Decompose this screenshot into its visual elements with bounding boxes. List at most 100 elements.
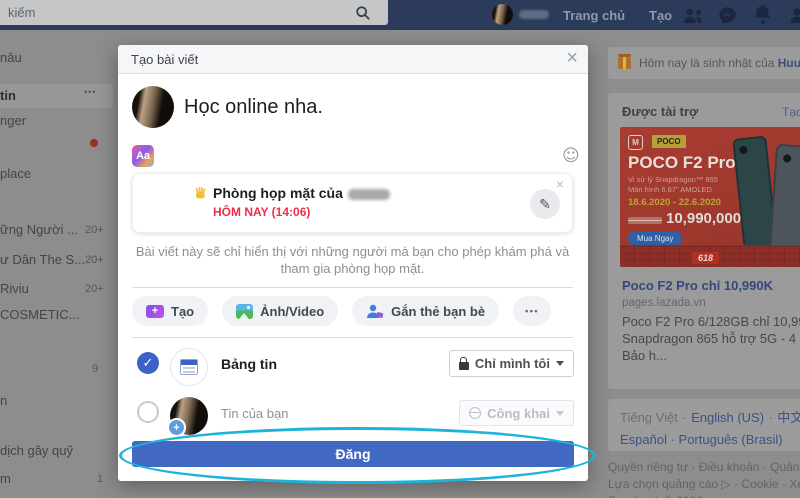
footer-line-3: Facebook © 2020 bbox=[608, 494, 703, 498]
language-links[interactable]: Español · Português (Brasil) bbox=[620, 432, 783, 447]
avatar[interactable] bbox=[492, 4, 513, 25]
sponsored-header: Được tài trợ bbox=[622, 104, 699, 119]
messenger-icon[interactable] bbox=[718, 6, 737, 25]
event-title-text: Phòng họp mặt của bbox=[213, 185, 343, 201]
globe-icon bbox=[469, 407, 482, 419]
event-avatar bbox=[142, 182, 182, 222]
sidebar-item[interactable]: m bbox=[0, 471, 11, 486]
sidebar-item-group[interactable]: Riviu bbox=[0, 281, 29, 296]
sidebar-item-group[interactable]: ững Người ... bbox=[0, 222, 78, 237]
privacy-label: Công khai bbox=[487, 405, 550, 421]
ad-domain[interactable]: pages.lazada.vn bbox=[622, 297, 706, 309]
event-name-blurred bbox=[347, 188, 390, 200]
add-story-plus-icon: + bbox=[167, 418, 186, 437]
ad-price: 10,990,000đ bbox=[666, 210, 746, 227]
create-room-label: Tạo bbox=[171, 303, 195, 319]
newsfeed-checkbox[interactable]: ✓ bbox=[137, 352, 159, 374]
close-icon[interactable]: × bbox=[566, 47, 578, 70]
lock-icon bbox=[458, 356, 469, 370]
ad-spec-1: Vi xử lý Snapdragon™ 865 bbox=[628, 175, 718, 184]
sidebar-item-messenger[interactable]: nger bbox=[0, 113, 26, 128]
ad-old-price-blurred bbox=[628, 217, 662, 224]
ad-description-line: Poco F2 Pro 6/128GB chỉ 10,990K! bbox=[622, 314, 800, 329]
birthday-name[interactable]: Huuth bbox=[778, 56, 800, 70]
post-text[interactable]: Học online nha. bbox=[184, 96, 323, 119]
tag-friends-label: Gắn thẻ bạn bè bbox=[391, 303, 486, 319]
language-current: Tiếng Việt bbox=[620, 410, 678, 425]
sidebar-item[interactable]: n bbox=[0, 393, 7, 408]
sidebar-count: 20+ bbox=[85, 254, 104, 266]
waving-hand-icon bbox=[195, 186, 206, 199]
ad-dates: 18.6.2020 - 22.6.2020 bbox=[628, 197, 721, 208]
privacy-selector-only-me[interactable]: Chỉ mình tôi bbox=[448, 350, 574, 377]
emoji-icon[interactable]: ☺ bbox=[562, 146, 580, 166]
event-attachment-card[interactable]: Phòng họp mặt của HÔM NAY (14:06) ✎ × bbox=[132, 173, 573, 233]
composer-avatar bbox=[132, 86, 174, 128]
text-style-icon[interactable]: Aa bbox=[132, 145, 154, 167]
buy-now-button[interactable]: Mua Ngay bbox=[628, 231, 683, 246]
tag-friends-button[interactable]: Gắn thẻ bạn bè bbox=[352, 296, 500, 326]
sidebar-item-group[interactable]: COSMETIC... bbox=[0, 307, 79, 322]
help-menu-icon[interactable] bbox=[790, 7, 800, 24]
search-input[interactable]: kiếm bbox=[0, 0, 388, 25]
poco-badge: POCO bbox=[652, 135, 686, 148]
modal-title: Tạo bài viết bbox=[131, 52, 199, 67]
chevron-down-icon bbox=[556, 410, 564, 416]
story-label: Tin của bạn bbox=[221, 406, 289, 421]
sidebar-item[interactable]: nâu bbox=[0, 50, 22, 65]
sidebar-count: 9 bbox=[92, 363, 99, 375]
sidebar-item-fundraiser[interactable]: dịch gây quỹ bbox=[0, 443, 73, 458]
privacy-helper-text: Bài viết này sẽ chỉ hiển thị với những n… bbox=[135, 244, 570, 276]
privacy-label: Chỉ mình tôi bbox=[474, 356, 550, 371]
friend-requests-icon[interactable] bbox=[682, 7, 705, 24]
photo-video-button[interactable]: Ảnh/Video bbox=[222, 296, 339, 326]
video-create-icon bbox=[146, 304, 164, 318]
language-link-chinese[interactable]: 中文(台灣) bbox=[777, 410, 800, 425]
footer-line-2[interactable]: Lựa chọn quảng cáo ▷ · Cookie · Xem thêm bbox=[608, 477, 800, 491]
sidebar-item-marketplace[interactable]: place bbox=[0, 166, 31, 181]
language-link-english[interactable]: English (US) bbox=[691, 410, 764, 425]
privacy-selector-public[interactable]: Công khai bbox=[459, 400, 574, 426]
create-post-modal: Tạo bài viết × Học online nha. Aa ☺ Phòn… bbox=[118, 45, 588, 481]
top-navbar: kiếm Trang chủ Tạo bbox=[0, 0, 800, 30]
language-line-2: Español · Português (Brasil) bbox=[620, 431, 800, 449]
remove-event-icon[interactable]: × bbox=[556, 176, 564, 192]
separator: · bbox=[768, 410, 773, 425]
sidebar-item-newsfeed[interactable]: tin bbox=[0, 88, 16, 103]
ad-description-line: Bảo h... bbox=[622, 348, 667, 363]
nav-home[interactable]: Trang chủ bbox=[563, 8, 625, 23]
username-blurred[interactable] bbox=[519, 10, 549, 19]
edit-pencil-button[interactable]: ✎ bbox=[530, 189, 560, 219]
sidebar-item-group[interactable]: ư Dân The S... bbox=[0, 252, 85, 267]
ad-description-line: Snapdragon 865 hỗ trợ 5G - 4 Cam bbox=[622, 331, 800, 346]
story-avatar: + bbox=[167, 397, 208, 437]
footer-line-1[interactable]: Quyền riêng tư · Điều khoản · Quảng cáo bbox=[608, 460, 800, 474]
notification-dot bbox=[90, 139, 98, 147]
language-line-1: Tiếng Việt · English (US) · 中文(台灣) bbox=[620, 407, 800, 427]
ad-image[interactable]: M POCO POCO F2 Pro Vi xử lý Snapdragon™ … bbox=[620, 127, 800, 267]
post-submit-button[interactable]: Đăng bbox=[132, 441, 574, 467]
separator: · bbox=[682, 410, 687, 425]
search-icon[interactable] bbox=[355, 5, 371, 21]
newsfeed-icon-circle bbox=[170, 348, 208, 386]
more-icon[interactable]: ••• bbox=[84, 87, 96, 97]
story-radio[interactable] bbox=[137, 401, 159, 423]
event-title: Phòng họp mặt của bbox=[213, 185, 390, 201]
more-actions-button[interactable]: ••• bbox=[513, 296, 552, 326]
composer-actions: Tạo Ảnh/Video Gắn thẻ bạn bè ••• bbox=[132, 296, 552, 326]
page: kiếm Trang chủ Tạo nâu tin ••• nger plac… bbox=[0, 0, 800, 498]
ad-product-title: POCO F2 Pro bbox=[628, 153, 736, 172]
sale-618-badge: 618 bbox=[692, 252, 720, 264]
event-date: HÔM NAY (14:06) bbox=[213, 205, 311, 219]
create-room-button[interactable]: Tạo bbox=[132, 296, 209, 326]
create-ad-link[interactable]: Tạo Quảng Cáo bbox=[782, 105, 800, 119]
ad-spec-2: Màn hình 6.67" AMOLED bbox=[628, 185, 712, 194]
sidebar-count: 1 bbox=[97, 473, 104, 485]
birthday-card[interactable]: Hôm nay là sinh nhật của Huuth bbox=[608, 47, 800, 79]
ad-link-title[interactable]: Poco F2 Pro chỉ 10,990K bbox=[622, 278, 773, 293]
tag-person-icon bbox=[367, 304, 384, 318]
ad-price-value: 10,990,000 bbox=[666, 210, 742, 227]
more-icon: ••• bbox=[525, 306, 540, 316]
nav-create[interactable]: Tạo bbox=[649, 8, 672, 23]
notifications-bell-icon[interactable] bbox=[754, 5, 772, 25]
